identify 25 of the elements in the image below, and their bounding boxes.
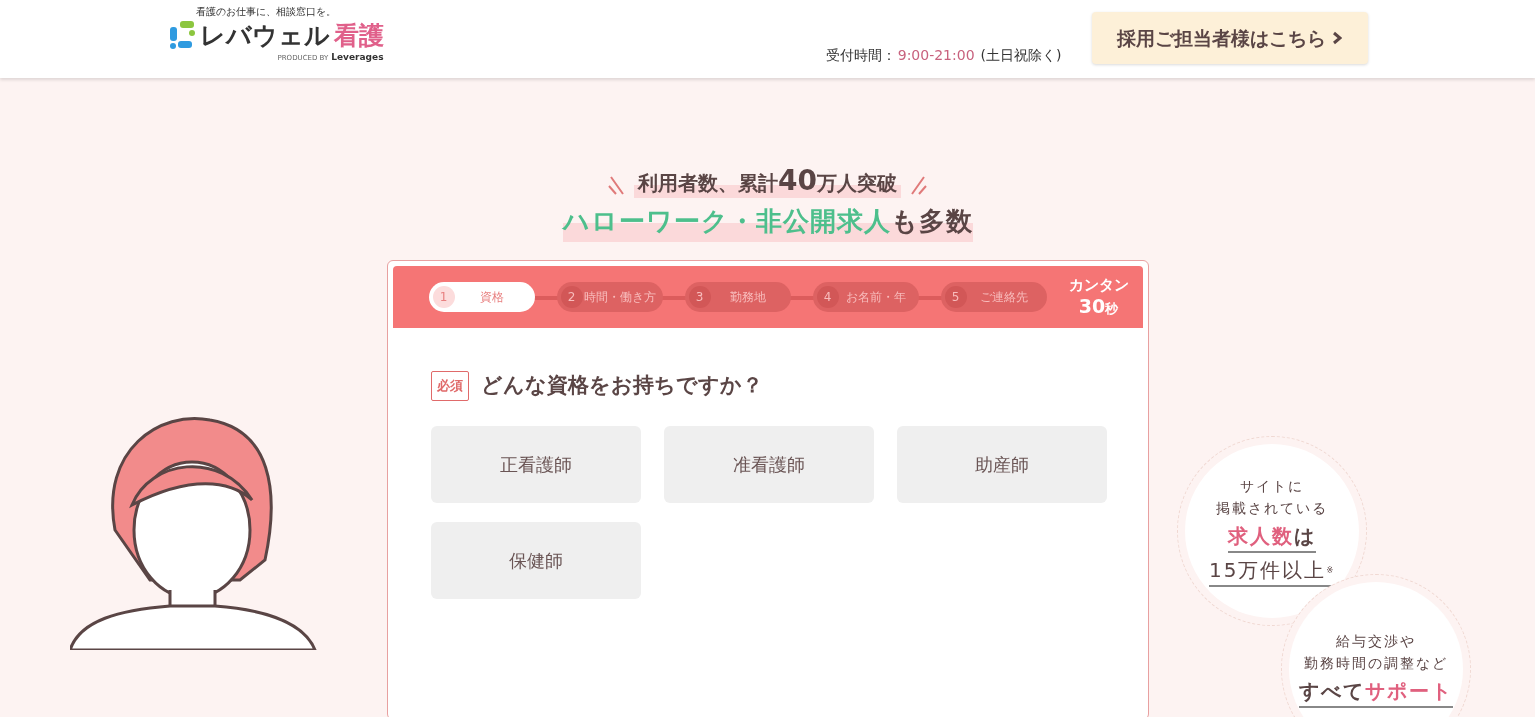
badge-text: 掲載されている [1216, 499, 1328, 518]
logo-text: レバウェル [199, 22, 330, 48]
logo-accent: 看護 [333, 22, 384, 48]
badge-text: サイトに [1240, 477, 1304, 496]
hours-note: (土日祝除く) [980, 46, 1062, 65]
chevron-right-icon [1332, 31, 1342, 45]
badge-highlight: 求人数は [1228, 521, 1316, 553]
duration-label: カンタン [1068, 275, 1129, 295]
option-button[interactable]: 助産師 [896, 425, 1107, 503]
employer-button[interactable]: 採用ご担当者様はこちら [1091, 12, 1368, 64]
hours-time: 9:00-21:00 [897, 46, 975, 65]
option-button[interactable]: 正看護師 [430, 425, 641, 503]
badge-text: 給与交渉や [1336, 632, 1416, 651]
required-badge: 必須 [430, 371, 469, 401]
duration-time: 30秒 [1078, 294, 1119, 319]
hours-label: 受付時間： [825, 46, 896, 65]
headline-stats: 利用者数、累計40万人突破 [634, 166, 901, 198]
option-button[interactable]: 准看護師 [663, 425, 874, 503]
badge-highlight: すべてサポート [1299, 676, 1453, 708]
option-button[interactable]: 保健師 [430, 521, 641, 599]
question-text: どんな資格をお持ちですか？ [480, 372, 763, 399]
logo-icon [167, 19, 196, 51]
tagline: 看護のお仕事に、相談窓口を。 [195, 5, 337, 19]
badge-text: 勤務時間の調整など [1304, 654, 1448, 673]
logo-brand: Leverages [331, 51, 384, 64]
